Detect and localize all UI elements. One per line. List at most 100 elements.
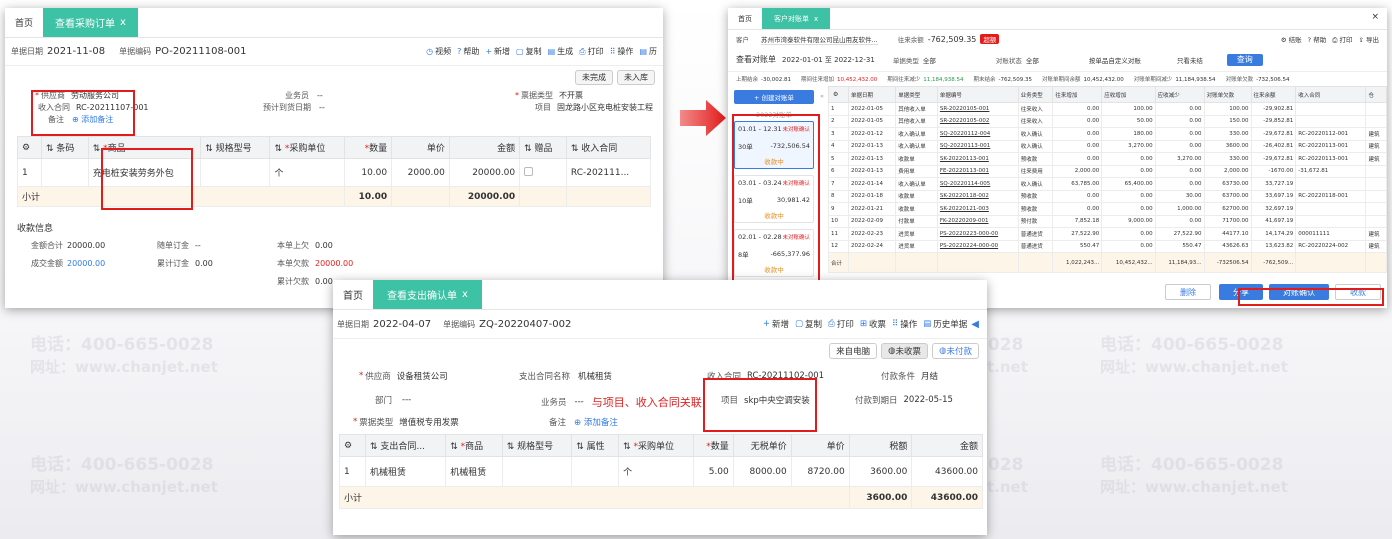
table-row[interactable]: 12 2022-02-24 进货单 PS-20220224-000-00 普通进货 550…: [828, 239, 1387, 253]
gift-checkbox-icon[interactable]: [524, 166, 534, 176]
toolbar-item[interactable]: ▢ 复制: [516, 46, 542, 57]
only-open-option[interactable]: 只看未结: [1177, 55, 1203, 65]
column-header[interactable]: 仓: [1365, 86, 1387, 103]
custom-recon-option[interactable]: 按单品自定义对账: [1089, 55, 1141, 65]
cell-attr[interactable]: [571, 456, 620, 487]
cell-goods[interactable]: 机械租赁: [445, 456, 503, 487]
toolbar-item[interactable]: ▤ 历史单据: [923, 318, 967, 330]
toolbar-item[interactable]: ▤ 生成: [548, 46, 574, 57]
close-icon[interactable]: x: [462, 289, 468, 300]
column-header[interactable]: 往来增加: [1052, 86, 1103, 103]
tab-expense-confirm[interactable]: 查看支出确认单 x: [373, 280, 482, 309]
cell-pay-contract[interactable]: 机械租赁: [364, 456, 447, 487]
invoice-value[interactable]: 增值税专用发票: [399, 416, 459, 428]
table-row[interactable]: 11 2022-02-23 进货单 PS-20220223-000-00 普通进货 27,…: [828, 227, 1387, 241]
tool-help[interactable]: ? 帮助: [1308, 34, 1327, 44]
table-row[interactable]: 5 2022-01-13 收款单 SK-20220113-001 预收款 0.00 0.00…: [828, 152, 1387, 166]
column-header[interactable]: 往来余额: [1250, 86, 1297, 103]
cell-amount[interactable]: 43600.00: [911, 456, 983, 487]
close-icon[interactable]: x: [120, 17, 126, 28]
toolbar-item[interactable]: ? 帮助: [457, 46, 479, 57]
table-row[interactable]: 8 2022-01-18 收款单 SK-20220118-002 预收款 0.00 0.00…: [828, 189, 1387, 203]
table-row[interactable]: 2 2022-01-05 其他收入单 SR-20220105-002 往来收入 0.00 5…: [828, 114, 1387, 128]
dept-value[interactable]: ---: [402, 395, 411, 405]
column-header[interactable]: 应收减少: [1154, 86, 1205, 103]
column-header[interactable]: 业务类型: [1017, 86, 1054, 103]
tab-home[interactable]: 首页: [5, 8, 43, 37]
cell-nprice[interactable]: 8000.00: [732, 456, 792, 487]
column-header[interactable]: 对账单欠款: [1203, 86, 1252, 103]
table-row[interactable]: 4 2022-01-13 收入确认单 SQ-20220113-001 收入确认 0.00 3…: [828, 139, 1387, 153]
tab-home[interactable]: 首页: [728, 8, 762, 29]
cell-contract[interactable]: RC-202111...: [565, 158, 652, 187]
query-button[interactable]: 查询: [1226, 53, 1263, 66]
tab-statement[interactable]: 客户对账单 x: [762, 8, 831, 29]
cell-price[interactable]: 2000.00: [391, 158, 450, 187]
state-select[interactable]: 全部: [1026, 55, 1039, 65]
column-header[interactable]: 收入合同: [1295, 86, 1367, 103]
invoice-value[interactable]: 不开票: [559, 90, 583, 101]
toolbar-item[interactable]: ◷ 视频: [426, 46, 451, 57]
cell-unit[interactable]: 个: [269, 158, 346, 187]
supplier-value[interactable]: 设备租赁公司: [397, 370, 448, 382]
create-statement-button[interactable]: + 创建对账单: [734, 90, 814, 104]
window-close-icon[interactable]: ×: [1363, 8, 1387, 29]
tool-export[interactable]: ⇪ 导出: [1358, 34, 1379, 44]
cell-unit[interactable]: 个: [618, 456, 695, 487]
column-header[interactable]: 单据类型: [895, 86, 938, 103]
close-icon[interactable]: x: [814, 15, 818, 23]
settings-icon[interactable]: ⚙: [17, 136, 42, 159]
toolbar-more-icon[interactable]: ◀: [971, 319, 979, 330]
settings-icon[interactable]: ⚙: [339, 434, 366, 457]
tool-print[interactable]: ⎙ 打印: [1332, 34, 1352, 45]
cell-price[interactable]: 8720.00: [790, 456, 850, 487]
table-row[interactable]: 6 2022-01-13 费用单 FE-20220113-001 往来费用 2,000.0…: [828, 164, 1387, 178]
table-row[interactable]: 1 机械租赁 机械租赁 个 5.00 8000.00 8720.00 3600.…: [339, 456, 983, 487]
settings-icon[interactable]: ⚙: [828, 86, 849, 103]
table-cell: 2022-01-05: [847, 102, 897, 116]
toolbar-item[interactable]: ⊞ 收票: [860, 318, 886, 330]
cell-spec[interactable]: [501, 456, 573, 487]
summary-value: 11,184,938.54: [923, 77, 964, 83]
type-select[interactable]: 全部: [923, 55, 936, 65]
column-header[interactable]: 单据编号: [936, 86, 1019, 103]
staff-value[interactable]: ---: [575, 397, 584, 407]
column-header[interactable]: 应收增加: [1101, 86, 1156, 103]
toolbar-item[interactable]: ⠿ 操作: [892, 318, 917, 330]
cell-gift[interactable]: [519, 158, 567, 187]
add-remark-link[interactable]: ⊕ 添加备注: [574, 416, 618, 428]
collapse-handle[interactable]: «: [820, 86, 828, 287]
table-row[interactable]: 10 2022-02-09 付款单 FK-20220209-001 预付款 7,852.1…: [828, 214, 1387, 228]
toolbar-item[interactable]: ⎙ 打印: [828, 318, 854, 330]
staff-value[interactable]: --: [317, 91, 323, 100]
cell-amount[interactable]: 20000.00: [448, 158, 521, 187]
project-value[interactable]: 固龙路小区充电桩安装工程: [557, 102, 653, 113]
table-row[interactable]: 1 2022-01-05 其他收入单 SR-20220105-001 往来收入 0.00 1…: [828, 102, 1387, 116]
cell-spec[interactable]: [200, 158, 271, 187]
due-value[interactable]: 2022-05-15: [904, 395, 953, 405]
toolbar-item[interactable]: ▢ 复制: [795, 318, 822, 330]
toolbar-item[interactable]: ⠿ 操作: [610, 46, 634, 57]
terms-value[interactable]: 月结: [921, 370, 938, 382]
customer-value[interactable]: 苏州市湾泰软件有限公司昆山用友软件...: [761, 34, 878, 45]
delete-button[interactable]: 删除: [1165, 284, 1211, 300]
table-row[interactable]: 7 2022-01-14 收入确认单 SQ-20220114-005 收入确认 63,78…: [828, 177, 1387, 191]
toolbar-item[interactable]: ⎙ 打印: [579, 46, 603, 57]
column-header[interactable]: 单据日期: [847, 86, 897, 103]
tab-purchase-order[interactable]: 查看采购订单 x: [43, 8, 138, 37]
tool-settle[interactable]: ⚙ 结账: [1281, 34, 1302, 44]
cell-tax[interactable]: 3600.00: [848, 456, 913, 487]
table-row[interactable]: 3 2022-01-12 收入确认单 SQ-20220112-004 收入确认 0.00 1…: [828, 127, 1387, 141]
subtotal-row: 小计 3600.00 43600.00: [339, 486, 983, 509]
cell-qty[interactable]: 5.00: [693, 456, 734, 487]
pay-contract-value[interactable]: 机械租赁: [578, 370, 612, 382]
cell-barcode[interactable]: [41, 158, 89, 187]
table-row[interactable]: 9 2022-01-21 收款单 SK-20220121-003 预收款 0.00 0.00…: [828, 202, 1387, 216]
cell-qty[interactable]: 10.00: [344, 158, 393, 187]
toolbar-item[interactable]: + 新增: [763, 318, 789, 330]
toolbar-item[interactable]: + 新增: [485, 46, 510, 57]
toolbar-item[interactable]: ▤ 历: [639, 46, 657, 57]
period-range[interactable]: 2022-01-01 至 2022-12-31: [782, 55, 875, 65]
arrival-value[interactable]: --: [319, 103, 325, 112]
tab-home[interactable]: 首页: [333, 280, 373, 309]
